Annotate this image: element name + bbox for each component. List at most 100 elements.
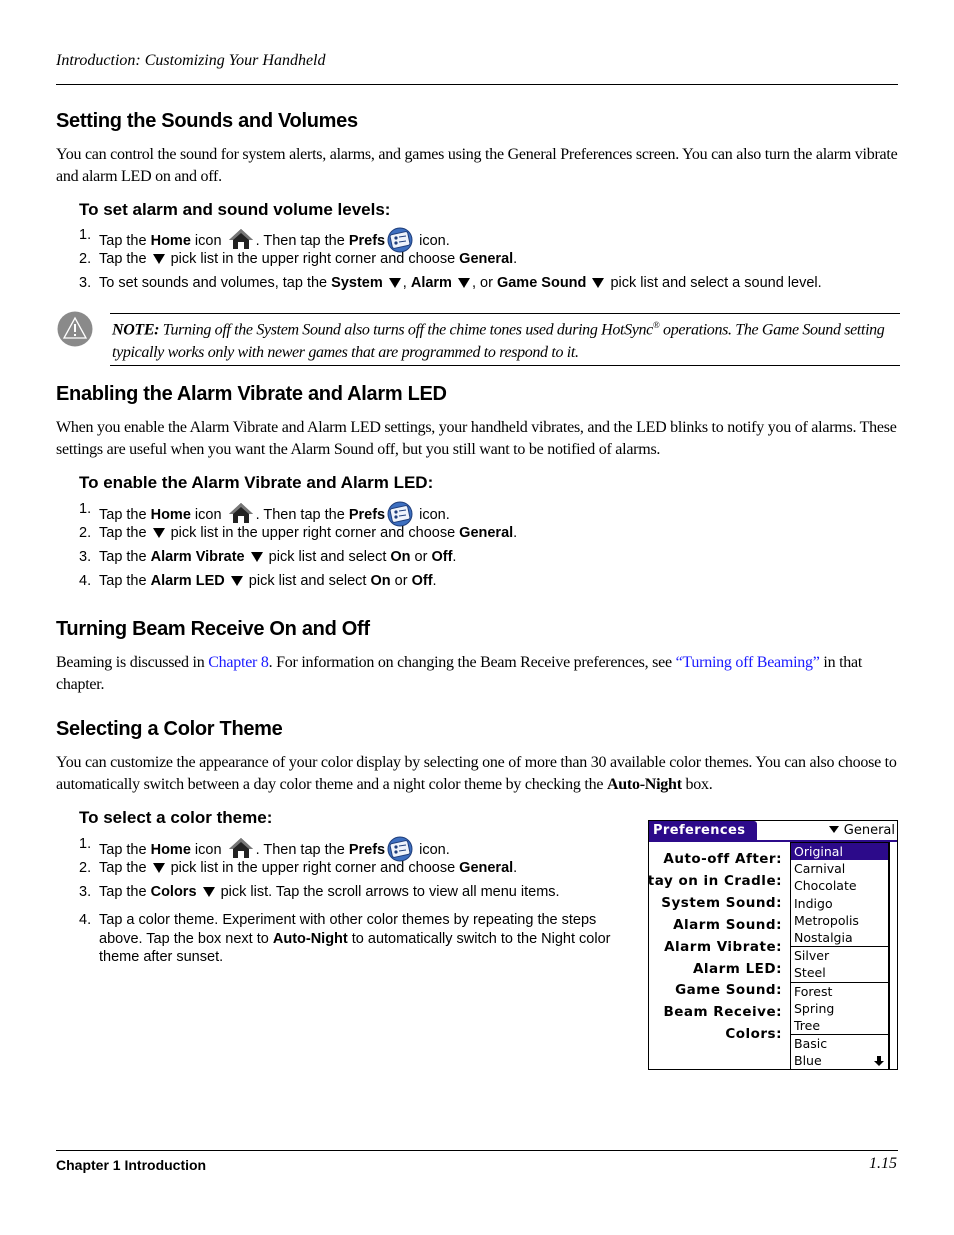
step-bold: General [459,860,514,876]
steps-sounds: 1. Tap the Home icon . Then tap the Prefs… [79,227,822,299]
footer-rule [56,1150,898,1151]
turning-off-beaming-link[interactable]: “Turning off Beaming” [676,654,820,671]
category-picklist[interactable]: General [822,822,895,839]
step-text: . Then tap the [255,842,349,858]
step: 1. Tap the Home icon . Then tap the Prefs… [79,227,822,253]
prefs-icon [387,227,413,253]
step-text: pick list and select a sound level. [606,275,822,291]
step-text: icon [190,233,226,249]
step-text: pick list in the upper right corner and … [166,860,460,876]
section-title-vibrate: Enabling the Alarm Vibrate and Alarm LED [56,383,447,405]
warning-icon [57,311,93,347]
prefs-icon [387,836,413,862]
step-text: Tap the [99,860,151,876]
vibrate-intro: When you enable the Alarm Vibrate and Al… [56,419,897,458]
color-text: box. [681,776,713,793]
home-icon [228,503,253,523]
theme-item[interactable]: Chocolate [791,877,888,894]
step-bold: General [459,525,514,541]
theme-item[interactable]: Basic [791,1034,888,1052]
down-triangle-icon [152,528,165,538]
down-triangle-icon [828,826,839,833]
step-number: 1. [79,501,92,517]
theme-item[interactable]: Forest [791,981,888,1000]
down-triangle-icon [457,278,470,288]
step: 3. To set sounds and volumes, tap the Sys… [79,275,822,299]
step-text: pick list in the upper right corner and … [166,525,460,541]
step-text: Tap the [99,842,151,858]
theme-item[interactable]: Indigo [791,895,888,912]
step-text: icon [190,507,226,523]
down-triangle-icon [202,887,215,897]
step-text: . Then tap the [255,233,349,249]
settings-labels: Auto-off After: Stay on in Cradle: Syste… [649,849,782,1046]
step-text: . [513,251,518,267]
sounds-intro: You can control the sound for system ale… [56,146,898,185]
label-beam-receive: Beam Receive: [663,1004,782,1021]
step-text: pick list and select [244,573,371,589]
step-text: To set sounds and volumes, tap the [99,275,332,291]
step-bold: Prefs [348,507,386,523]
label-system-sound: System Sound: [661,894,782,911]
step: 3. Tap the Alarm Vibrate pick list and se… [79,549,517,573]
home-icon [228,838,253,858]
theme-item[interactable]: Silver [791,946,888,964]
theme-item[interactable]: Tree [791,1017,888,1034]
color-intro: You can customize the appearance of your… [56,752,898,796]
step-bold: On [390,549,411,565]
step-number: 3. [79,549,92,565]
step-text: . [432,573,437,589]
theme-item[interactable]: Carnival [791,860,888,877]
step-bold: Alarm [410,275,452,291]
step-number: 4. [79,573,92,589]
step-number: 3. [79,275,92,291]
step: 2. Tap the pick list in the upper right c… [79,251,822,275]
step: 1. Tap the Home icon . Then tap the Prefs… [79,501,517,527]
step-text: Tap the [99,573,151,589]
step: 2. Tap the pick list in the upper right c… [79,860,619,884]
beam-intro: Beaming is discussed in Chapter 8. For i… [56,652,898,696]
step-number: 3. [79,884,92,900]
step-number: 1. [79,227,92,243]
preferences-screenshot: Preferences General Auto-off After: Stay… [648,820,898,1070]
step-text: or [410,549,432,565]
down-arrow-icon[interactable] [873,1055,885,1067]
step-bold: Prefs [348,233,386,249]
color-theme-list[interactable]: Original Carnival Chocolate Indigo Metro… [790,842,890,1069]
down-triangle-icon [388,278,401,288]
theme-item[interactable]: Metropolis [791,912,888,929]
down-triangle-icon [152,254,165,264]
label-alarm-led: Alarm LED: [692,960,782,977]
theme-item[interactable]: Nostalgia [791,929,888,946]
steps-vibrate: 1. Tap the Home icon . Then tap the Prefs… [79,501,517,597]
color-text: You can customize the appearance of your… [56,754,897,793]
section-title-beam: Turning Beam Receive On and Off [56,618,370,640]
theme-item[interactable]: Original [791,843,888,861]
down-triangle-icon [592,278,605,288]
label-game-sound: Game Sound: [675,982,782,999]
step-number: 2. [79,860,92,876]
step-text: icon. [415,233,450,249]
step-bold: Alarm Vibrate [150,549,245,565]
running-head: Introduction: Customizing Your Handheld [56,52,326,69]
theme-item[interactable]: Steel [791,964,888,981]
step-number: 2. [79,525,92,541]
step-text: . Then tap the [255,507,349,523]
step-bold: Colors [150,884,197,900]
step: 1. Tap the Home icon . Then tap the Prefs… [79,836,619,862]
color-bold: Auto-Night [606,776,682,793]
step: 4. Tap the Alarm LED pick list and select… [79,573,517,597]
note-text: Turning off the System Sound also turns … [159,321,653,339]
step-bold: System [331,275,383,291]
step-text: Tap the [99,525,151,541]
note-box: NOTE: Turning off the System Sound also … [110,313,900,367]
step-bold: Auto-Night [272,930,348,947]
step-number: 4. [79,912,92,928]
step-text: Tap the [99,549,151,565]
chapter-8-link[interactable]: Chapter 8 [208,654,269,671]
theme-item[interactable]: Spring [791,1000,888,1017]
down-triangle-icon [230,576,243,586]
category-value: General [843,823,895,838]
step: 3. Tap the Colors pick list. Tap the scro… [79,884,619,908]
step: 4. Tap a color theme. Experiment with oth… [79,908,619,967]
